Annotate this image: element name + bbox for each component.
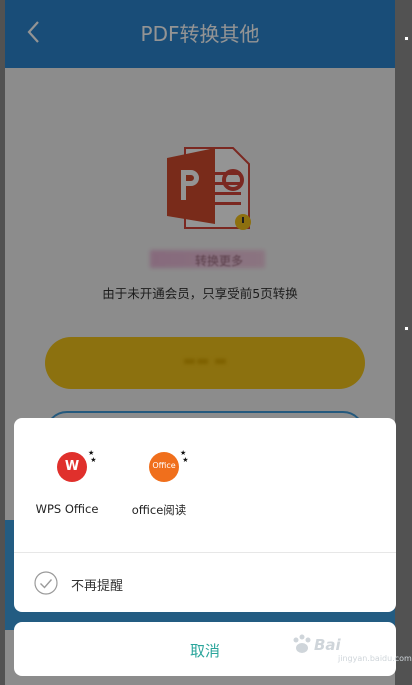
app-option-wps-office[interactable]: W ★ ★ WPS Office: [22, 449, 112, 522]
watermark-text: Bai: [314, 636, 341, 654]
watermark-url: jingyan.baidu.com: [338, 654, 412, 663]
open-with-sheet: W ★ ★ WPS Office Office ★ ★ office阅读 不再提…: [14, 418, 396, 612]
app-label: WPS Office: [35, 502, 99, 516]
office-reader-icon: Office: [149, 452, 179, 482]
dont-remind-checkbox[interactable]: [34, 571, 58, 595]
sheet-divider: [14, 552, 396, 553]
resize-handle: [404, 326, 409, 331]
baidu-watermark: Bai jingyan.baidu.com: [290, 628, 412, 666]
paw-logo-icon: [293, 634, 311, 653]
wps-office-icon: W: [57, 452, 87, 482]
badge-stars-icon: ★ ★: [180, 449, 189, 464]
app-label: office阅读: [131, 503, 187, 517]
dont-remind-label: 不再提醒: [71, 579, 124, 594]
app-option-office-reader[interactable]: Office ★ ★ office阅读: [114, 449, 204, 522]
badge-stars-icon: ★ ★: [88, 449, 97, 464]
resize-handle: [404, 36, 409, 41]
